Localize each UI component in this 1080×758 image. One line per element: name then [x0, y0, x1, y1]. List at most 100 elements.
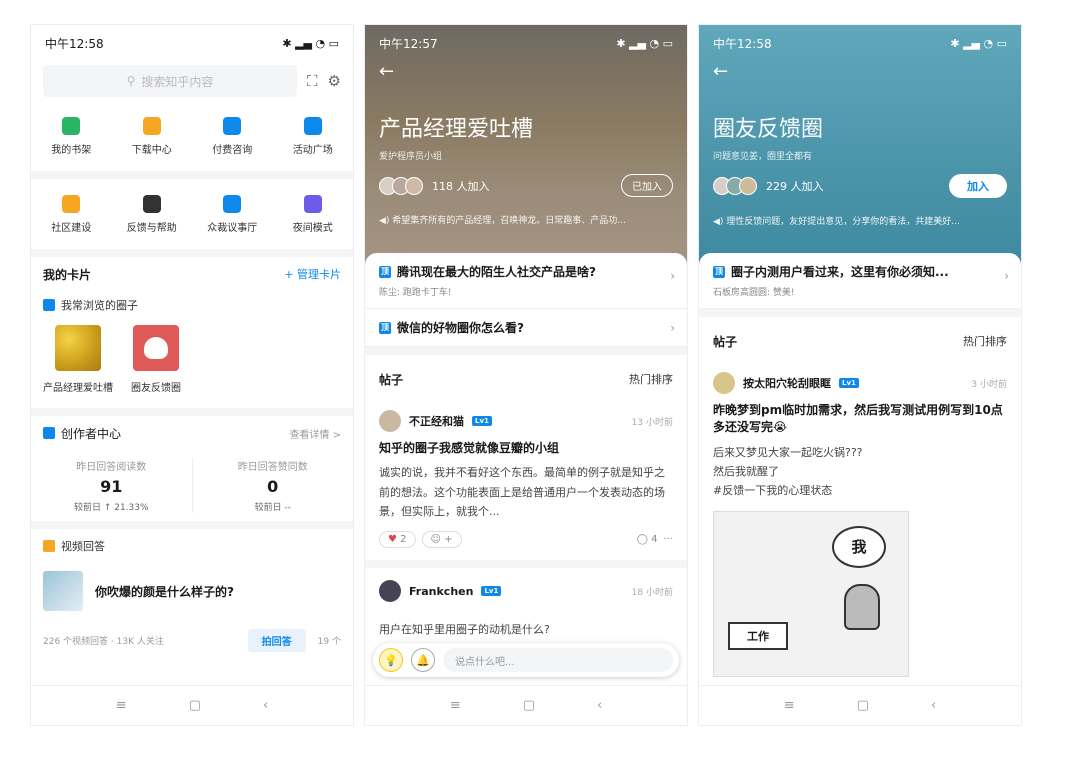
status-icons: ✱ ▂▄ ◔ ▭	[282, 36, 339, 50]
pinned-post[interactable]: 顶腾讯现在最大的陌生人社交产品是啥? 陈尘: 跑跑卡丁车! ›	[365, 253, 687, 309]
shortcut-item[interactable]: 下载中心	[112, 111, 193, 161]
like-button[interactable]: ♥ 2	[379, 531, 416, 549]
post-image[interactable]: 我 工作	[713, 510, 909, 677]
circle-title: 产品经理爱吐槽	[379, 117, 534, 142]
shortcut-grid-2: 社区建设 反馈与帮助 众裁议事厅 夜间模式	[31, 179, 353, 249]
scan-icon[interactable]: ⛶	[307, 72, 318, 90]
menu-icon[interactable]: ≡	[784, 698, 795, 713]
shortcut-icon	[62, 194, 81, 213]
video-thumb	[43, 571, 83, 611]
post-author: 不正经和猫 Lv1 13 小时前	[379, 410, 673, 432]
search-icon: ⚲	[126, 74, 136, 88]
post-title: 昨晚梦到pm临时加需求，然后我写测试用例写到10点多还没写完😭	[713, 403, 1003, 435]
back-arrow-icon[interactable]: ←	[365, 61, 687, 87]
shortcut-icon	[223, 116, 242, 135]
system-nav: ≡ ▢ ‹	[365, 685, 687, 725]
level-badge: Lv1	[472, 416, 492, 426]
posts-header: 帖子 热门排序	[713, 333, 1007, 350]
video-icon	[43, 540, 55, 552]
record-answer-button[interactable]: 拍回答	[247, 629, 306, 652]
circle-subtitle: 爱护程序员小组	[379, 152, 443, 162]
post-card[interactable]: Frankchen Lv1 18 小时前 用户在知乎里用圈子的动机是什么?	[365, 568, 687, 651]
pin-icon: 顶	[379, 265, 391, 278]
status-bar: 中午12:58 ✱ ▂▄ ◔ ▭	[713, 36, 1007, 51]
creator-icon	[43, 427, 55, 439]
gear-icon[interactable]: ⚙	[328, 72, 341, 90]
circle-item[interactable]: 圈友反馈圈	[131, 325, 181, 394]
pinned-post[interactable]: 顶微信的好物圈你怎么看? ›	[365, 309, 687, 347]
post-author: Frankchen Lv1 18 小时前	[379, 580, 673, 603]
menu-icon[interactable]: ≡	[450, 698, 461, 713]
post-card[interactable]: 按太阳穴轮刮眼眶 Lv1 3 小时前 昨晚梦到pm临时加需求，然后我写测试用例写…	[699, 360, 1021, 689]
circle-item[interactable]: 产品经理爱吐槽	[43, 325, 113, 394]
search-input[interactable]: ⚲ 搜索知乎内容	[43, 65, 298, 97]
shortcut-icon	[142, 194, 161, 213]
shortcut-item[interactable]: 活动广场	[273, 111, 354, 161]
back-icon[interactable]: ‹	[931, 698, 936, 713]
creator-details-link[interactable]: 查看详情 >	[289, 426, 341, 441]
bell-icon[interactable]: 🔔	[411, 648, 435, 672]
level-badge: Lv1	[839, 378, 859, 388]
shortcut-icon	[62, 116, 81, 135]
system-nav: ≡ ▢ ‹	[31, 685, 353, 725]
lightbulb-icon[interactable]: 💡	[379, 648, 403, 672]
pin-icon: 顶	[713, 265, 725, 278]
comment-button[interactable]: ◯ 4	[637, 534, 658, 545]
shortcut-icon	[223, 194, 242, 213]
cards-title: 我的卡片	[43, 267, 92, 282]
post-card[interactable]: 不正经和猫 Lv1 13 小时前 知乎的圈子我感觉就像豆瓣的小组 诚实的说，我并…	[365, 398, 687, 560]
posts-header: 帖子 热门排序	[379, 371, 673, 388]
shortcut-icon	[303, 194, 322, 213]
shortcut-item[interactable]: 我的书架	[31, 111, 112, 161]
circle-title: 圈友反馈圈	[713, 117, 824, 142]
shortcut-item[interactable]: 众裁议事厅	[192, 189, 273, 239]
video-header: 视频回答	[31, 529, 353, 563]
comment-bar: 💡 🔔 说点什么吧...	[373, 643, 679, 677]
back-arrow-icon[interactable]: ←	[699, 61, 1021, 87]
comment-input[interactable]: 说点什么吧...	[443, 648, 673, 672]
circle-hero: 中午12:58 ✱ ▂▄ ◔ ▭ ← 圈友反馈圈 问题意见姜，圈里全都有 229…	[699, 25, 1021, 265]
level-badge: Lv1	[481, 586, 502, 597]
circle-content: 顶腾讯现在最大的陌生人社交产品是啥? 陈尘: 跑跑卡丁车! › 顶微信的好物圈你…	[365, 253, 687, 685]
cards-header: 我的卡片 + 管理卡片	[31, 257, 353, 291]
stat-reads: 昨日回答阅读数 91 较前日 ↑ 21.33%	[31, 458, 193, 513]
member-avatars	[713, 177, 757, 195]
avatar[interactable]	[379, 580, 401, 603]
circle-hero: 中午12:57 ✱ ▂▄ ◔ ▭ ← 产品经理爱吐槽 爱护程序员小组 118 人…	[365, 25, 687, 265]
manage-cards-link[interactable]: + 管理卡片	[284, 266, 341, 282]
shortcut-item[interactable]: 付费咨询	[192, 111, 273, 161]
heart-icon: ♥	[388, 534, 397, 546]
more-icon[interactable]: ···	[663, 534, 673, 545]
circle-content: 顶圈子内测用户看过来，这里有你必须知... 石板房高圆圆: 赞美! › 帖子 热…	[699, 253, 1021, 685]
back-icon[interactable]: ‹	[597, 698, 602, 713]
sort-toggle[interactable]: 热门排序	[963, 333, 1007, 350]
home-icon[interactable]: ▢	[189, 698, 201, 713]
shortcut-item[interactable]: 反馈与帮助	[112, 189, 193, 239]
avatar[interactable]	[379, 410, 401, 432]
stat-likes: 昨日回答赞同数 0 较前日 --	[237, 462, 308, 513]
post-title: 用户在知乎里用圈子的动机是什么?	[379, 623, 550, 637]
home-icon[interactable]: ▢	[523, 698, 535, 713]
post-body: 诚实的说，我并不看好这个东西。最简单的例子就是知乎之前的想法。这个功能表面上是给…	[379, 466, 665, 518]
add-reaction-button[interactable]: ☺ +	[421, 531, 462, 549]
status-bar: 中午12:58 ✱ ▂▄ ◔ ▭	[31, 25, 353, 61]
avatar[interactable]	[713, 372, 735, 394]
join-button[interactable]: 加入	[949, 174, 1007, 198]
system-nav: ≡ ▢ ‹	[699, 685, 1021, 725]
post-author: 按太阳穴轮刮眼眶 Lv1 3 小时前	[713, 372, 1007, 394]
shortcut-item[interactable]: 夜间模式	[273, 189, 354, 239]
back-icon[interactable]: ‹	[263, 698, 268, 713]
joined-button[interactable]: 已加入	[621, 174, 673, 197]
post-title: 知乎的圈子我感觉就像豆瓣的小组	[379, 441, 560, 455]
home-icon[interactable]: ▢	[857, 698, 869, 713]
sort-toggle[interactable]: 热门排序	[629, 371, 673, 388]
shortcut-item[interactable]: 社区建设	[31, 189, 112, 239]
browsed-circles-header: 我常浏览的圈子	[31, 291, 353, 319]
menu-icon[interactable]: ≡	[116, 698, 127, 713]
pinned-post[interactable]: 顶圈子内测用户看过来，这里有你必须知... 石板房高圆圆: 赞美! ›	[699, 253, 1021, 309]
shortcut-grid-1: 我的书架 下载中心 付费咨询 活动广场	[31, 101, 353, 171]
post-body-line: 然后我就醒了	[713, 465, 779, 479]
video-question[interactable]: 你吹爆的颜是什么样子的?	[31, 563, 353, 619]
circle-thumb	[55, 325, 101, 371]
circles-list: 产品经理爱吐槽 圈友反馈圈	[31, 319, 353, 394]
